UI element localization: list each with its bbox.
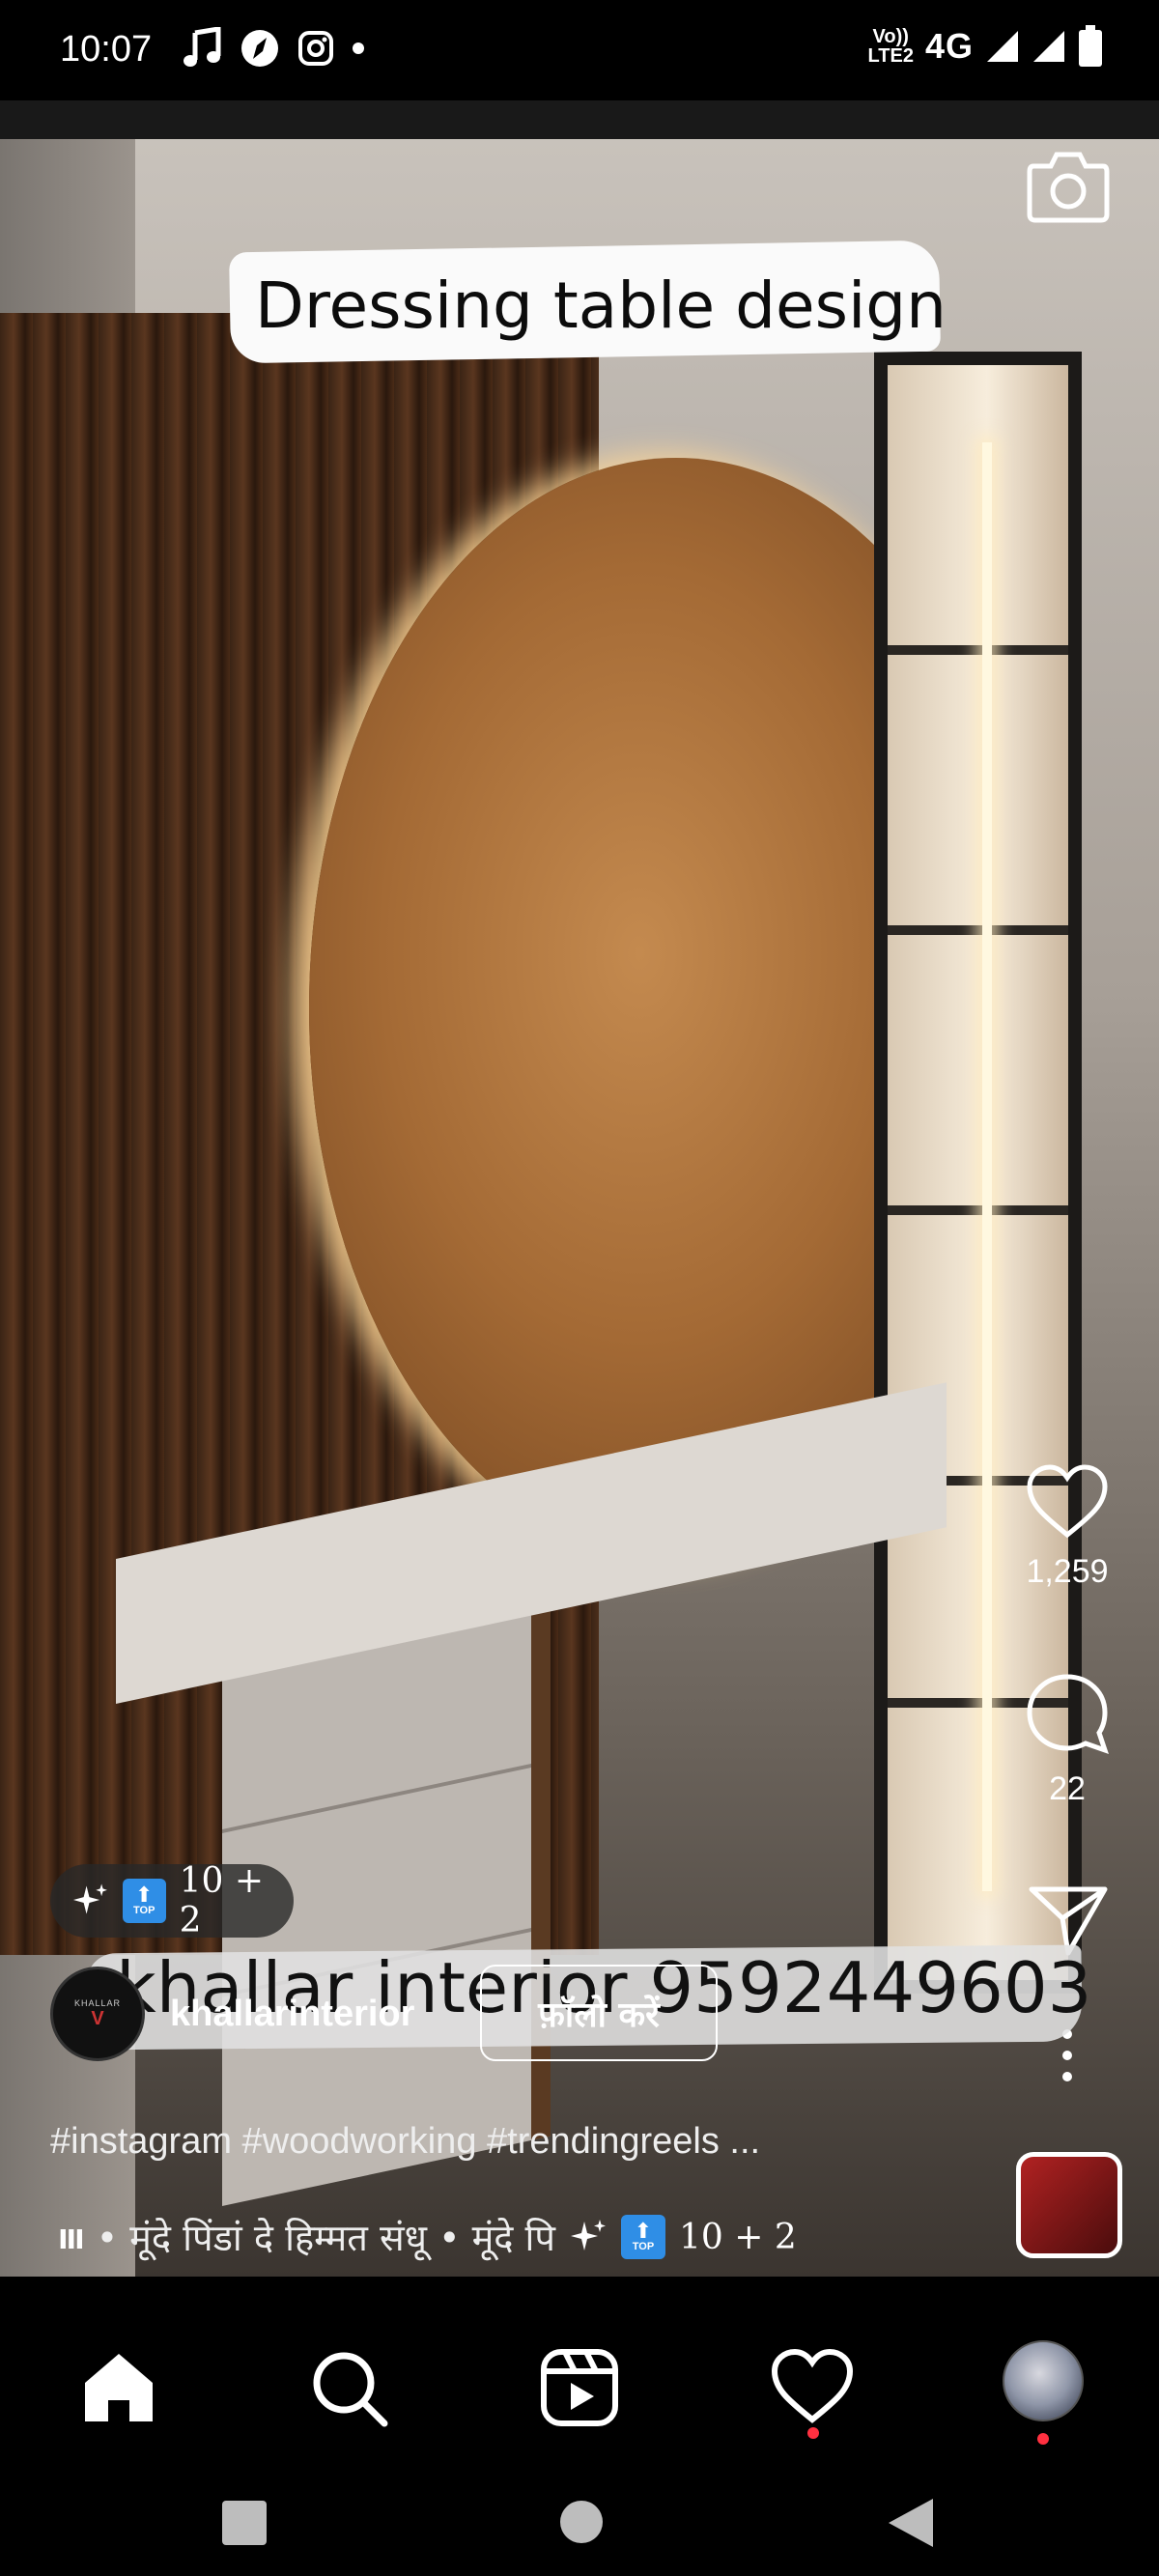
music-note-icon	[184, 27, 221, 67]
up-arrow-icon: ⬆	[135, 1882, 154, 1907]
audio-row[interactable]: ııı • मूंदे पिंडां दे हिम्मत संधू • मूंद…	[58, 2212, 797, 2262]
audio-effect-label: 10 + 2	[678, 2217, 797, 2257]
back-icon[interactable]	[887, 2497, 935, 2549]
sparkle-icon	[570, 2220, 606, 2250]
effect-chip-label: 10 + 2	[179, 1861, 265, 1940]
top-badge-label: TOP	[133, 1905, 155, 1916]
follow-button[interactable]: फ़ॉलो करें	[480, 1965, 718, 2061]
audio-bars-icon: ııı	[58, 2216, 85, 2257]
activity-heart-icon[interactable]	[769, 2344, 856, 2431]
shelf-divider	[888, 925, 1068, 935]
top-badge-label: TOP	[632, 2241, 655, 2252]
search-icon[interactable]	[305, 2344, 392, 2431]
activity-notification-dot	[807, 2427, 819, 2439]
battery-icon	[1079, 25, 1102, 67]
camera-icon[interactable]	[1026, 147, 1111, 224]
audio-track: • मूंदे पिंडां दे हिम्मत संधू • मूंदे पि	[96, 2217, 555, 2259]
comment-action[interactable]: 22	[1014, 1671, 1120, 1808]
instagram-icon	[298, 31, 333, 66]
shelf-divider	[888, 1205, 1068, 1215]
top-badge-icon: ⬆ TOP	[620, 2215, 665, 2259]
recents-icon[interactable]	[220, 2499, 269, 2547]
led-strip	[982, 442, 992, 1891]
bottom-nav	[0, 2315, 1159, 2460]
home-icon[interactable]	[75, 2344, 162, 2431]
author-avatar[interactable]: KHALLAR V	[50, 1967, 145, 2061]
top-divider	[0, 100, 1159, 139]
system-status-icons: Vo)) LTE2 4G	[868, 25, 1103, 68]
signal-icon	[987, 31, 1018, 62]
like-action[interactable]: 1,259	[1014, 1463, 1120, 1591]
shelf-divider	[888, 645, 1068, 655]
top-badge-icon: ⬆ TOP	[122, 1879, 166, 1923]
avatar-logo-text: KHALLAR	[73, 1997, 122, 2008]
reels-icon[interactable]	[536, 2344, 623, 2431]
profile-notification-dot	[1037, 2433, 1049, 2445]
profile-avatar[interactable]	[1003, 2340, 1084, 2421]
drawer-divider	[222, 1763, 531, 1833]
volte-indicator: Vo)) LTE2	[868, 27, 914, 66]
author-username[interactable]: khallarinterior	[170, 1994, 414, 2035]
system-nav	[0, 2460, 1159, 2576]
reel-caption: Dressing table design	[255, 269, 947, 343]
like-count: 1,259	[1026, 1553, 1109, 1590]
lte-label: LTE2	[867, 45, 914, 67]
notification-icons	[184, 27, 365, 70]
effect-chip[interactable]: ⬆ TOP 10 + 2	[50, 1861, 294, 1940]
avatar-logo-mark: V	[91, 2007, 104, 2029]
home-circle-icon[interactable]	[558, 2499, 605, 2545]
heart-icon[interactable]	[1024, 1463, 1111, 1541]
signal-icon-2	[1033, 31, 1064, 62]
comment-count: 22	[1049, 1770, 1086, 1807]
reel-description[interactable]: #instagram #woodworking #trendingreels .…	[50, 2121, 760, 2163]
status-time: 10:07	[60, 29, 153, 70]
audio-thumbnail[interactable]	[1016, 2152, 1122, 2258]
comment-icon[interactable]	[1024, 1671, 1111, 1758]
up-arrow-icon: ⬆	[634, 2219, 653, 2243]
sparkle-icon	[72, 1883, 107, 1914]
volte-label: Vo))	[872, 26, 909, 47]
status-bar: 10:07 Vo)) LTE2 4G	[0, 0, 1159, 100]
compass-icon	[241, 30, 278, 67]
more-notifications-dot-icon	[353, 42, 364, 54]
network-type: 4G	[924, 26, 974, 66]
